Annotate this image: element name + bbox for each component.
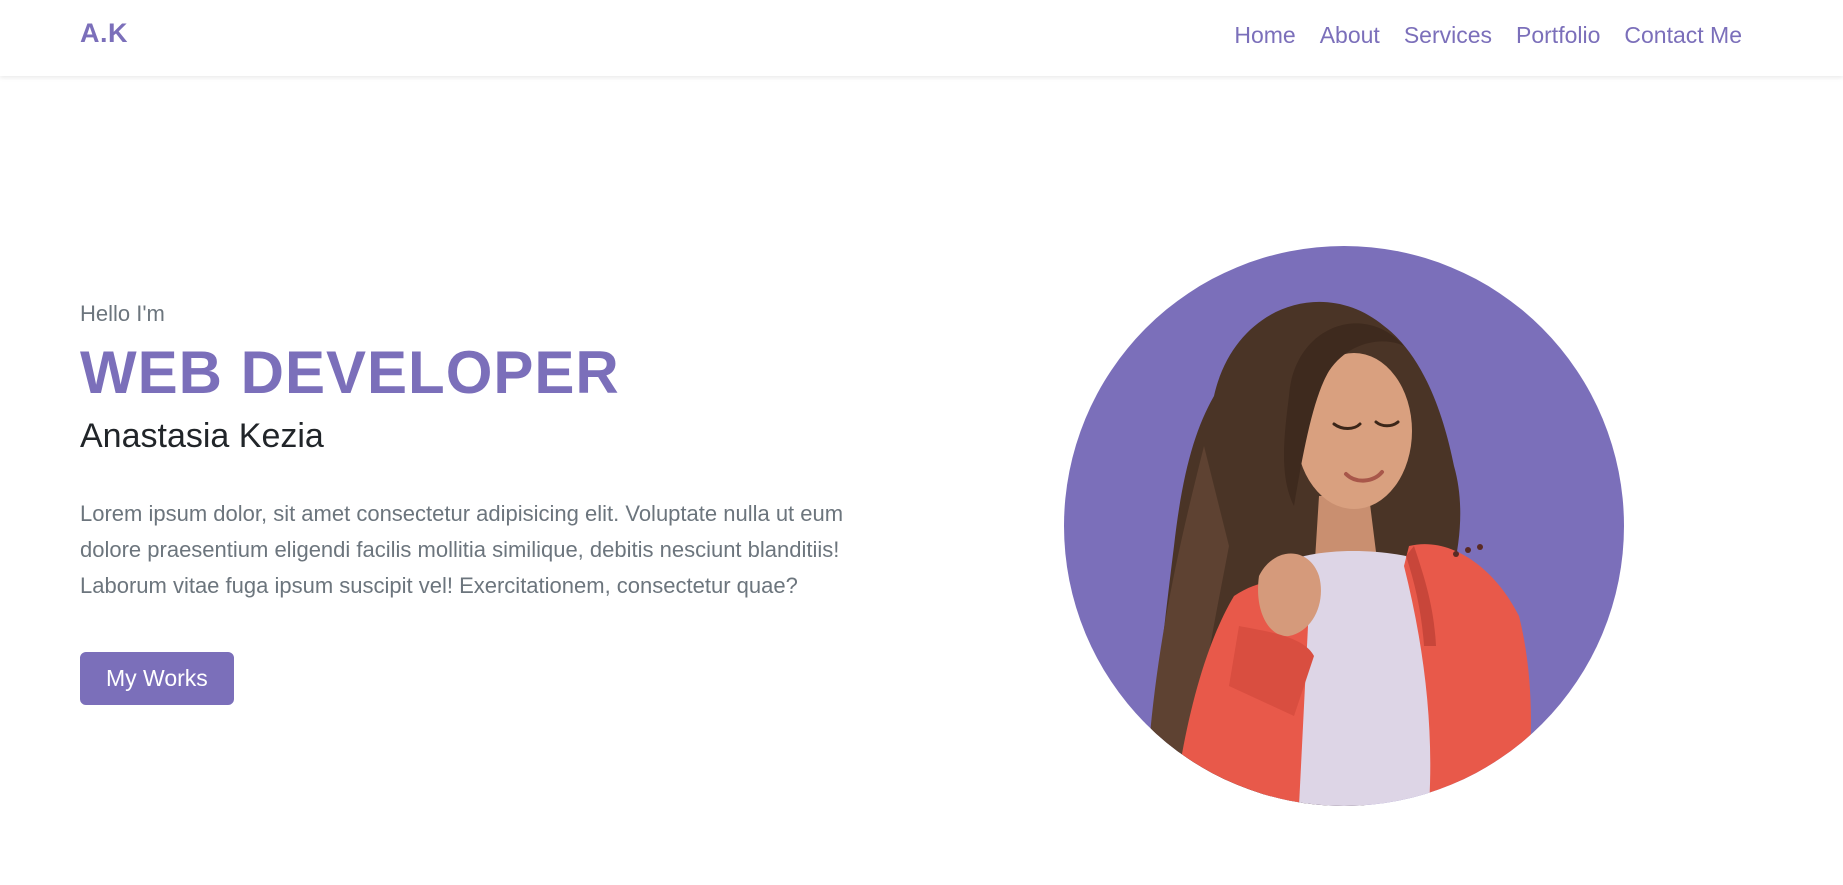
nav-link-services[interactable]: Services — [1404, 22, 1492, 48]
my-works-button[interactable]: My Works — [80, 652, 234, 706]
nav-link-contact[interactable]: Contact Me — [1624, 22, 1742, 48]
brand-logo[interactable]: A.K — [80, 18, 128, 49]
hero-name: Anastasia Kezia — [80, 416, 324, 455]
nav-link-portfolio[interactable]: Portfolio — [1516, 22, 1600, 48]
hero-greeting: Hello I'm — [80, 301, 165, 326]
nav-item-about: About — [1320, 22, 1380, 49]
nav-item-services: Services — [1404, 22, 1492, 49]
hero-bio: Lorem ipsum dolor, sit amet consectetur … — [80, 501, 844, 599]
nav-link-home[interactable]: Home — [1234, 22, 1295, 48]
navbar: A.K Home About Services Portfolio Contac… — [0, 0, 1843, 76]
nav-item-portfolio: Portfolio — [1516, 22, 1600, 49]
nav-item-contact: Contact Me — [1624, 22, 1742, 49]
nav-links: Home About Services Portfolio Contact Me — [1234, 22, 1742, 49]
hero-section: Hello I'm WEB DEVELOPER Anastasia Kezia … — [80, 300, 910, 706]
profile-photo-illustration — [1134, 301, 1531, 806]
nav-item-home: Home — [1234, 22, 1295, 49]
nav-link-about[interactable]: About — [1320, 22, 1380, 48]
profile-photo — [1064, 246, 1624, 806]
hero-role-title: WEB DEVELOPER — [80, 338, 620, 406]
